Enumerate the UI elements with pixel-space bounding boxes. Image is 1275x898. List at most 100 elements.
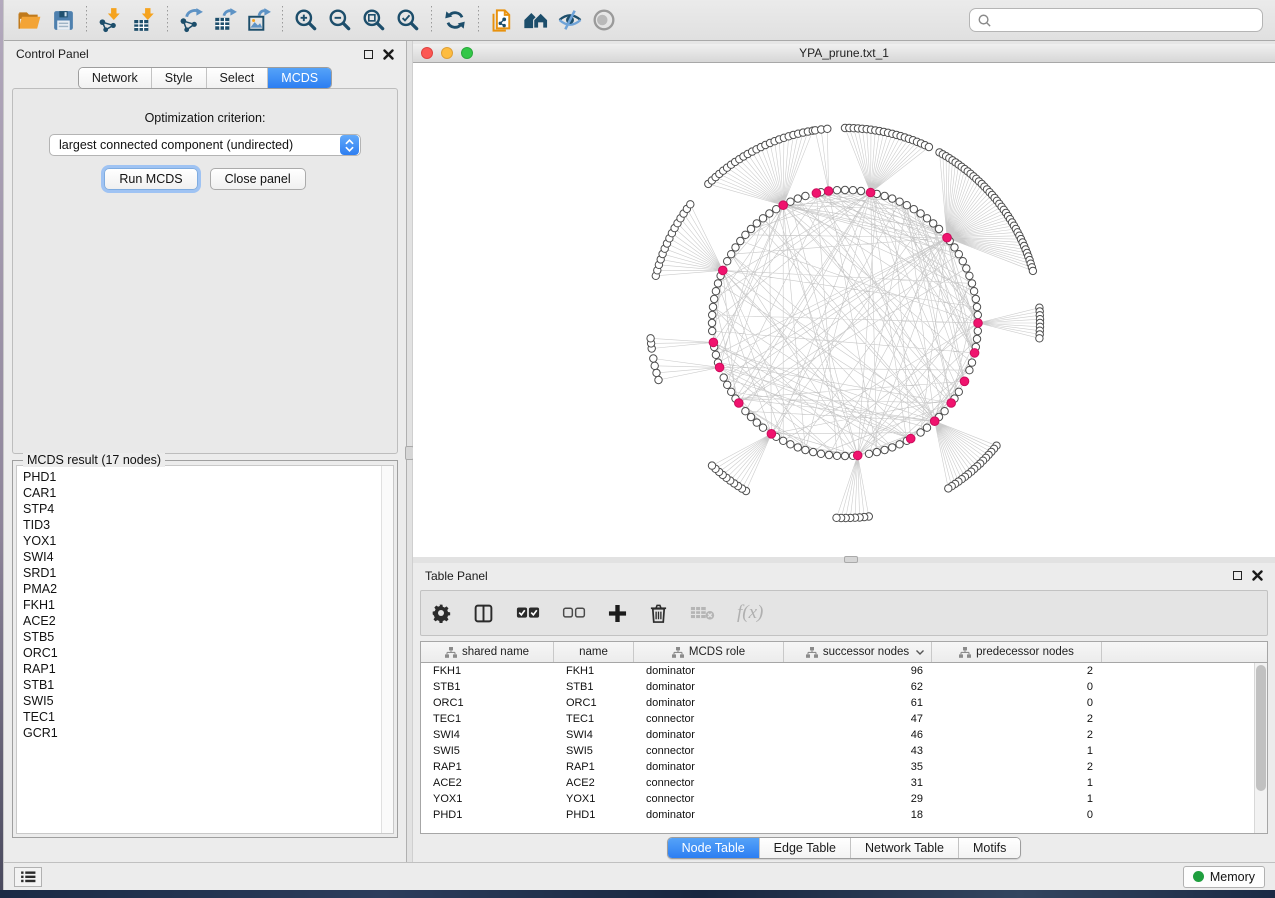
export-image-icon[interactable] [242,4,276,36]
mcds-result-item[interactable]: STB5 [23,629,381,645]
table-cell[interactable]: dominator [634,729,784,741]
table-body[interactable]: FKH1FKH1dominator962STB1STB1dominator620… [421,663,1267,833]
table-row[interactable]: YOX1YOX1connector291 [421,791,1267,807]
mcds-result-item[interactable]: STB1 [23,677,381,693]
table-cell[interactable]: dominator [634,681,784,693]
column-header-name[interactable]: name [554,642,634,662]
mcds-result-item[interactable]: SRD1 [23,565,381,581]
deselect-all-icon[interactable] [562,606,586,620]
table-cell[interactable]: 47 [784,713,932,725]
mcds-result-item[interactable]: SWI4 [23,549,381,565]
table-row[interactable]: SWI5SWI5connector431 [421,743,1267,759]
table-cell[interactable]: 18 [784,809,932,821]
import-network-icon[interactable] [93,4,127,36]
vertical-splitter[interactable] [406,41,413,862]
column-header-predecessor-nodes[interactable]: predecessor nodes [932,642,1102,662]
select-all-icon[interactable] [516,606,540,620]
refresh-icon[interactable] [438,4,472,36]
network-window-titlebar[interactable]: YPA_prune.txt_1 [413,44,1275,63]
network-canvas[interactable] [413,63,1275,557]
mcds-result-item[interactable]: GCR1 [23,725,381,741]
mcds-result-item[interactable]: ORC1 [23,645,381,661]
table-row[interactable]: PHD1PHD1dominator180 [421,807,1267,823]
import-table-icon[interactable] [127,4,161,36]
table-scrollbar[interactable] [1254,663,1267,833]
zoom-out-icon[interactable] [323,4,357,36]
search-box[interactable] [969,8,1263,32]
close-panel-icon[interactable] [383,49,394,60]
mcds-result-item[interactable]: PHD1 [23,469,381,485]
table-cell[interactable]: RAP1 [421,761,554,773]
mcds-result-item[interactable]: TID3 [23,517,381,533]
column-header-shared-name[interactable]: shared name [421,642,554,662]
search-input[interactable] [997,13,1255,27]
zoom-fit-icon[interactable] [357,4,391,36]
close-panel-icon[interactable] [1252,570,1263,581]
table-cell[interactable]: FKH1 [554,665,634,677]
mcds-result-item[interactable]: CAR1 [23,485,381,501]
tab-motifs[interactable]: Motifs [958,838,1020,858]
table-cell[interactable]: TEC1 [421,713,554,725]
horizontal-splitter[interactable] [413,557,1275,563]
table-cell[interactable]: STB1 [554,681,634,693]
table-cell[interactable]: SWI5 [421,745,554,757]
table-cell[interactable]: dominator [634,697,784,709]
table-cell[interactable]: 2 [932,665,1102,677]
table-cell[interactable]: dominator [634,761,784,773]
table-cell[interactable]: 2 [932,713,1102,725]
show-panel-eye-icon[interactable] [587,4,621,36]
table-cell[interactable]: PHD1 [554,809,634,821]
home-legend-icon[interactable] [519,4,553,36]
table-cell[interactable]: TEC1 [554,713,634,725]
table-cell[interactable]: 96 [784,665,932,677]
table-cell[interactable]: 2 [932,761,1102,773]
network-graph[interactable] [413,63,1275,557]
tab-edge-table[interactable]: Edge Table [759,838,850,858]
table-row[interactable]: FKH1FKH1dominator962 [421,663,1267,679]
memory-button[interactable]: Memory [1183,866,1265,888]
table-cell[interactable]: 35 [784,761,932,773]
table-cell[interactable]: SWI4 [421,729,554,741]
column-header-successor-nodes[interactable]: successor nodes [784,642,932,662]
table-cell[interactable]: dominator [634,809,784,821]
table-cell[interactable]: SWI5 [554,745,634,757]
table-cell[interactable]: RAP1 [554,761,634,773]
table-cell[interactable]: ORC1 [554,697,634,709]
table-cell[interactable]: dominator [634,665,784,677]
mcds-result-item[interactable]: PMA2 [23,581,381,597]
float-panel-icon[interactable] [1232,570,1243,581]
table-cell[interactable]: connector [634,793,784,805]
mcds-result-item[interactable]: FKH1 [23,597,381,613]
mcds-result-item[interactable]: SWI5 [23,693,381,709]
tab-style[interactable]: Style [151,68,206,88]
tab-select[interactable]: Select [206,68,268,88]
add-icon[interactable] [608,604,627,623]
task-history-button[interactable] [14,867,42,887]
tab-network[interactable]: Network [79,68,151,88]
table-cell[interactable]: ORC1 [421,697,554,709]
mcds-result-item[interactable]: RAP1 [23,661,381,677]
table-cell[interactable]: STB1 [421,681,554,693]
scrollbar-thumb[interactable] [1256,665,1266,791]
table-cell[interactable]: YOX1 [421,793,554,805]
table-cell[interactable]: 46 [784,729,932,741]
table-cell[interactable]: 62 [784,681,932,693]
table-cell[interactable]: 1 [932,777,1102,789]
table-cell[interactable]: 0 [932,809,1102,821]
gear-icon[interactable] [431,603,451,623]
open-folder-icon[interactable] [12,4,46,36]
table-cell[interactable]: ACE2 [554,777,634,789]
mcds-result-item[interactable]: YOX1 [23,533,381,549]
hide-panel-eye-icon[interactable] [553,4,587,36]
table-cell[interactable]: 0 [932,697,1102,709]
close-panel-button[interactable]: Close panel [210,168,306,190]
mcds-result-item[interactable]: STP4 [23,501,381,517]
table-cell[interactable]: PHD1 [421,809,554,821]
table-cell[interactable]: FKH1 [421,665,554,677]
run-mcds-button[interactable]: Run MCDS [104,168,197,190]
mcds-result-item[interactable]: TEC1 [23,709,381,725]
tab-node-table[interactable]: Node Table [668,838,759,858]
table-cell[interactable]: SWI4 [554,729,634,741]
table-cell[interactable]: 1 [932,745,1102,757]
mcds-result-list[interactable]: PHD1CAR1STP4TID3YOX1SWI4SRD1PMA2FKH1ACE2… [17,466,381,833]
